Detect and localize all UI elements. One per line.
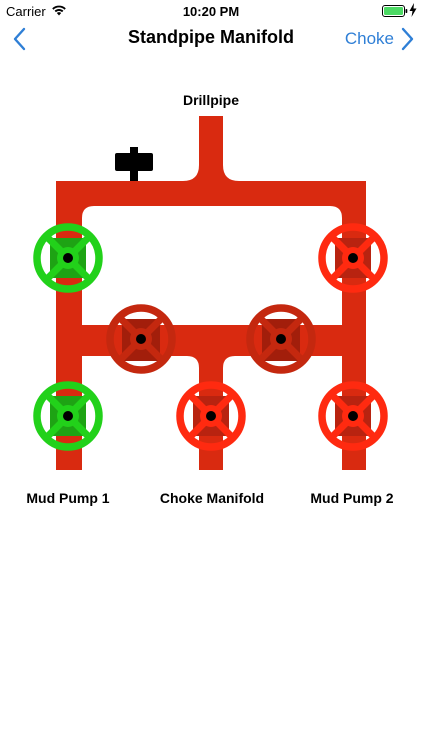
mud-pump-1-label: Mud Pump 1 <box>26 490 110 506</box>
drillpipe-label: Drillpipe <box>182 92 239 108</box>
vent-fitting <box>115 147 153 181</box>
mud-pump-2-label: Mud Pump 2 <box>310 490 394 506</box>
choke-manifold-label: Choke Manifold <box>159 490 265 506</box>
manifold-diagram <box>0 116 422 470</box>
screen: Carrier 10:20 PM Standpipe Manifold Chok… <box>0 0 422 750</box>
